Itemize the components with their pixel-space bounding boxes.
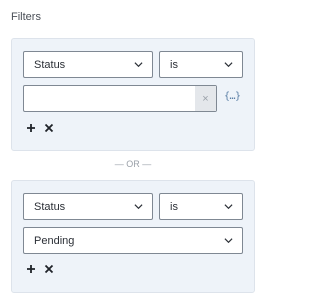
value-input[interactable] xyxy=(23,85,217,112)
add-condition-button[interactable] xyxy=(25,122,37,134)
remove-condition-button[interactable] xyxy=(43,122,55,134)
remove-condition-button[interactable] xyxy=(43,263,55,275)
chevron-down-icon xyxy=(224,204,233,210)
filter-group-2: Status is Pending xyxy=(11,180,255,293)
close-icon: × xyxy=(202,92,209,105)
close-icon xyxy=(44,264,54,274)
filter-group-1: Status is × {…} xyxy=(11,38,255,151)
operator-select[interactable]: is xyxy=(159,193,243,220)
operator-select-value: is xyxy=(170,200,178,213)
operator-select[interactable]: is xyxy=(159,51,243,78)
filters-title: Filters xyxy=(11,11,41,23)
field-select-value: Status xyxy=(34,58,66,71)
plus-icon xyxy=(27,124,35,132)
field-select[interactable]: Status xyxy=(23,51,153,78)
add-condition-button[interactable] xyxy=(25,263,37,275)
field-select-value: Status xyxy=(34,200,66,213)
value-select[interactable]: Pending xyxy=(23,227,243,254)
value-select-value: Pending xyxy=(34,234,75,247)
chevron-down-icon xyxy=(224,238,233,244)
variable-icon: {…} xyxy=(224,91,241,102)
condition-actions xyxy=(25,122,55,134)
close-icon xyxy=(44,123,54,133)
insert-variable-button[interactable]: {…} xyxy=(224,91,241,102)
operator-select-value: is xyxy=(170,58,178,71)
condition-actions xyxy=(25,263,55,275)
field-select[interactable]: Status xyxy=(23,193,153,220)
chevron-down-icon xyxy=(224,62,233,68)
clear-value-button[interactable]: × xyxy=(195,86,216,111)
or-separator: — OR — xyxy=(114,159,152,169)
chevron-down-icon xyxy=(134,62,143,68)
plus-icon xyxy=(27,265,35,273)
chevron-down-icon xyxy=(134,204,143,210)
